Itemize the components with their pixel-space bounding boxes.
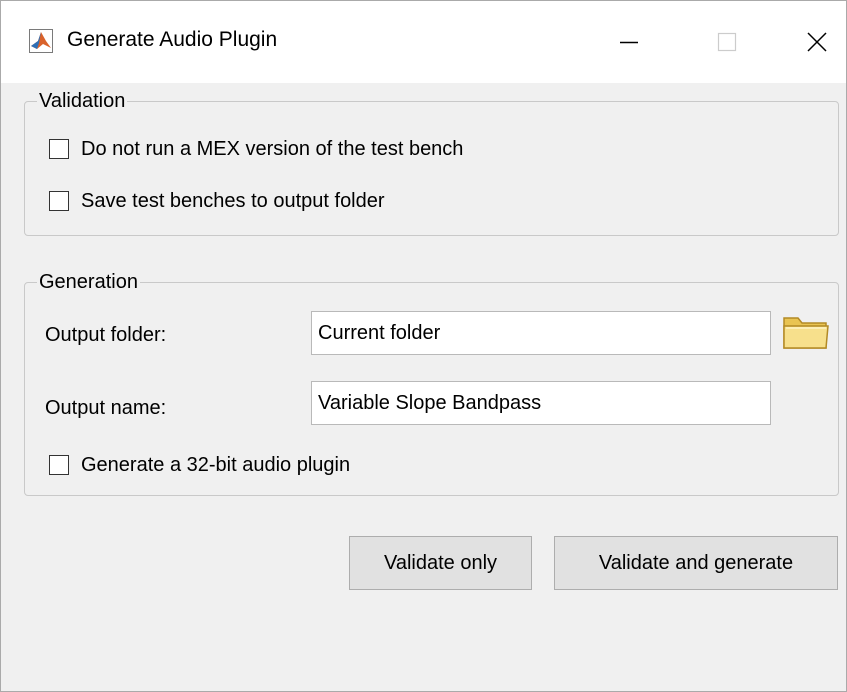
minimize-icon <box>620 41 638 44</box>
maximize-icon <box>717 32 737 52</box>
save-test-benches-label[interactable]: Save test benches to output folder <box>81 189 385 213</box>
no-mex-label[interactable]: Do not run a MEX version of the test ben… <box>81 137 463 161</box>
output-folder-field[interactable]: Current folder <box>311 311 771 355</box>
validate-only-button[interactable]: Validate only <box>349 536 532 590</box>
window-title: Generate Audio Plugin <box>67 28 278 51</box>
matlab-icon <box>29 29 53 53</box>
output-folder-label: Output folder: <box>45 324 167 346</box>
generation-legend: Generation <box>37 269 140 295</box>
plugin-32bit-checkbox[interactable] <box>49 455 69 475</box>
generate-audio-plugin-dialog: Generate Audio Plugin Validation Do not … <box>0 0 847 692</box>
validation-legend: Validation <box>37 88 128 114</box>
validation-panel: Validation <box>24 88 839 236</box>
plugin-32bit-label[interactable]: Generate a 32-bit audio plugin <box>81 453 350 477</box>
folder-icon[interactable] <box>781 312 833 354</box>
title-bar[interactable]: Generate Audio Plugin <box>1 1 846 83</box>
close-button[interactable] <box>787 17 847 67</box>
save-test-benches-checkbox[interactable] <box>49 191 69 211</box>
output-name-field[interactable]: Variable Slope Bandpass <box>311 381 771 425</box>
maximize-button[interactable] <box>697 17 757 67</box>
no-mex-checkbox[interactable] <box>49 139 69 159</box>
minimize-button[interactable] <box>599 17 659 67</box>
output-name-label: Output name: <box>45 397 167 419</box>
validate-and-generate-button[interactable]: Validate and generate <box>554 536 838 590</box>
close-icon <box>807 32 827 52</box>
